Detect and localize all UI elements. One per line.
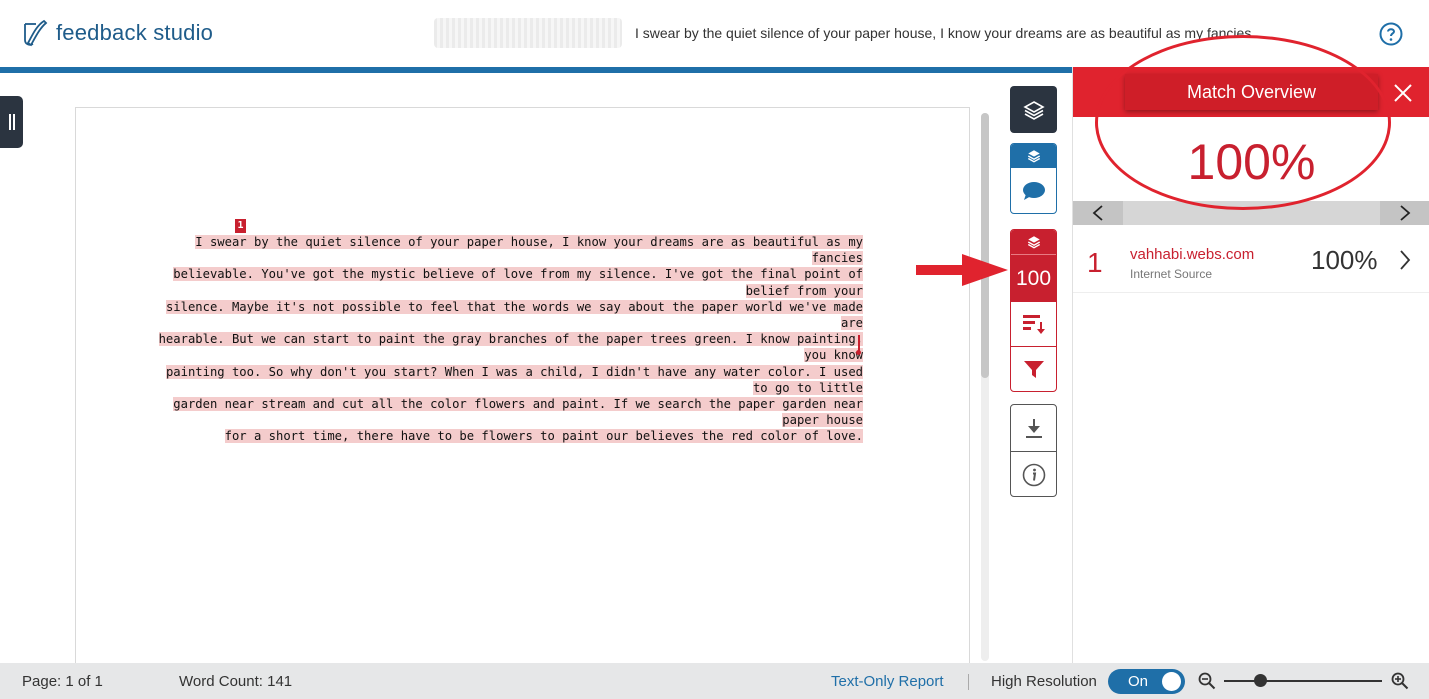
- handle-icon: [9, 114, 11, 130]
- info-icon: [1022, 463, 1045, 486]
- layers-icon: [1027, 236, 1040, 249]
- close-icon[interactable]: [1393, 83, 1413, 103]
- logo-text: feedback studio: [56, 20, 214, 45]
- feedback-studio-app: feedback studio I swear by the quiet sil…: [0, 0, 1429, 699]
- high-resolution-toggle[interactable]: On: [1108, 669, 1185, 694]
- word-count: Word Count: 141: [179, 673, 293, 690]
- zoom-slider-track[interactable]: [1224, 680, 1382, 682]
- handle-icon: [13, 114, 15, 130]
- download-icon: [1025, 419, 1042, 438]
- toggle-knob: [1162, 672, 1181, 691]
- red-arrow-annotation: [916, 254, 1008, 286]
- download-button[interactable]: [1011, 405, 1056, 451]
- document-scrollbar[interactable]: [981, 113, 989, 661]
- filter-button[interactable]: [1011, 346, 1056, 391]
- previous-match-button[interactable]: [1073, 201, 1123, 225]
- match-number-marker[interactable]: 1: [235, 219, 246, 233]
- match-overview-button[interactable]: [1011, 301, 1056, 346]
- logo[interactable]: feedback studio: [22, 18, 213, 48]
- highlighted-line[interactable]: hearable. But we can start to paint the …: [158, 332, 863, 363]
- page-indicator: Page: 1 of 1: [22, 673, 103, 690]
- match-source-name[interactable]: vahhabi.webs.com: [1130, 246, 1254, 263]
- highlighted-line[interactable]: I swear by the quiet silence of your pap…: [195, 235, 863, 266]
- next-match-button[interactable]: [1380, 201, 1429, 225]
- footer: Page: 1 of 1 Word Count: 141 Text-Only R…: [0, 663, 1429, 699]
- layers-button[interactable]: [1010, 86, 1057, 133]
- highlighted-line[interactable]: believable. You've got the mystic believ…: [173, 267, 863, 298]
- highlighted-line[interactable]: silence. Maybe it's not possible to feel…: [165, 299, 863, 331]
- highlighted-line[interactable]: for a short time, there have to be flowe…: [224, 429, 863, 444]
- match-end-dot: [856, 350, 861, 355]
- layers-icon: [1027, 150, 1040, 163]
- zoom-out-icon[interactable]: [1198, 672, 1216, 690]
- scrollbar-thumb[interactable]: [981, 113, 989, 378]
- match-list-item[interactable]: 1 vahhabi.webs.com Internet Source 100%: [1073, 233, 1429, 293]
- chevron-right-icon[interactable]: [1397, 249, 1413, 271]
- zoom-in-icon[interactable]: [1391, 672, 1409, 690]
- layers-icon: [1022, 100, 1045, 120]
- filter-icon: [1023, 361, 1044, 378]
- comments-layer-toggle[interactable]: [1011, 144, 1056, 168]
- match-rank: 1: [1087, 247, 1103, 278]
- match-source-type: Internet Source: [1130, 267, 1213, 281]
- text-only-report-link[interactable]: Text-Only Report: [831, 673, 944, 690]
- sidebar-toggle-button[interactable]: [0, 96, 23, 148]
- comments-button[interactable]: [1011, 168, 1056, 213]
- highlighted-line[interactable]: garden near stream and cut all the color…: [173, 397, 863, 428]
- zoom-slider-handle[interactable]: [1253, 674, 1267, 687]
- chevron-right-icon: [1400, 205, 1411, 221]
- similarity-layer-toggle[interactable]: [1011, 230, 1056, 254]
- sort-list-icon: [1022, 315, 1045, 334]
- chevron-left-icon: [1092, 205, 1103, 221]
- red-circle-annotation: [1095, 35, 1391, 210]
- feedback-logo-icon: [24, 19, 48, 47]
- comments-layer-group: [1010, 143, 1057, 214]
- divider: [968, 674, 969, 690]
- comment-bubble-icon: [1022, 182, 1045, 200]
- author-name-blurred: [434, 18, 622, 48]
- document-paragraph: I swear by the quiet silence of your pap…: [150, 234, 863, 445]
- submission-info-button[interactable]: [1011, 451, 1056, 496]
- match-percentage: 100%: [1311, 245, 1378, 275]
- toggle-state-label: On: [1128, 673, 1149, 690]
- high-resolution-label: High Resolution: [991, 673, 1097, 690]
- highlighted-line[interactable]: painting too. So why don't you start? Wh…: [165, 364, 863, 395]
- help-icon[interactable]: [1379, 22, 1403, 46]
- similarity-score-button[interactable]: 100: [1011, 254, 1056, 301]
- similarity-layer-group: 100: [1010, 229, 1057, 392]
- utility-tool-group: [1010, 404, 1057, 497]
